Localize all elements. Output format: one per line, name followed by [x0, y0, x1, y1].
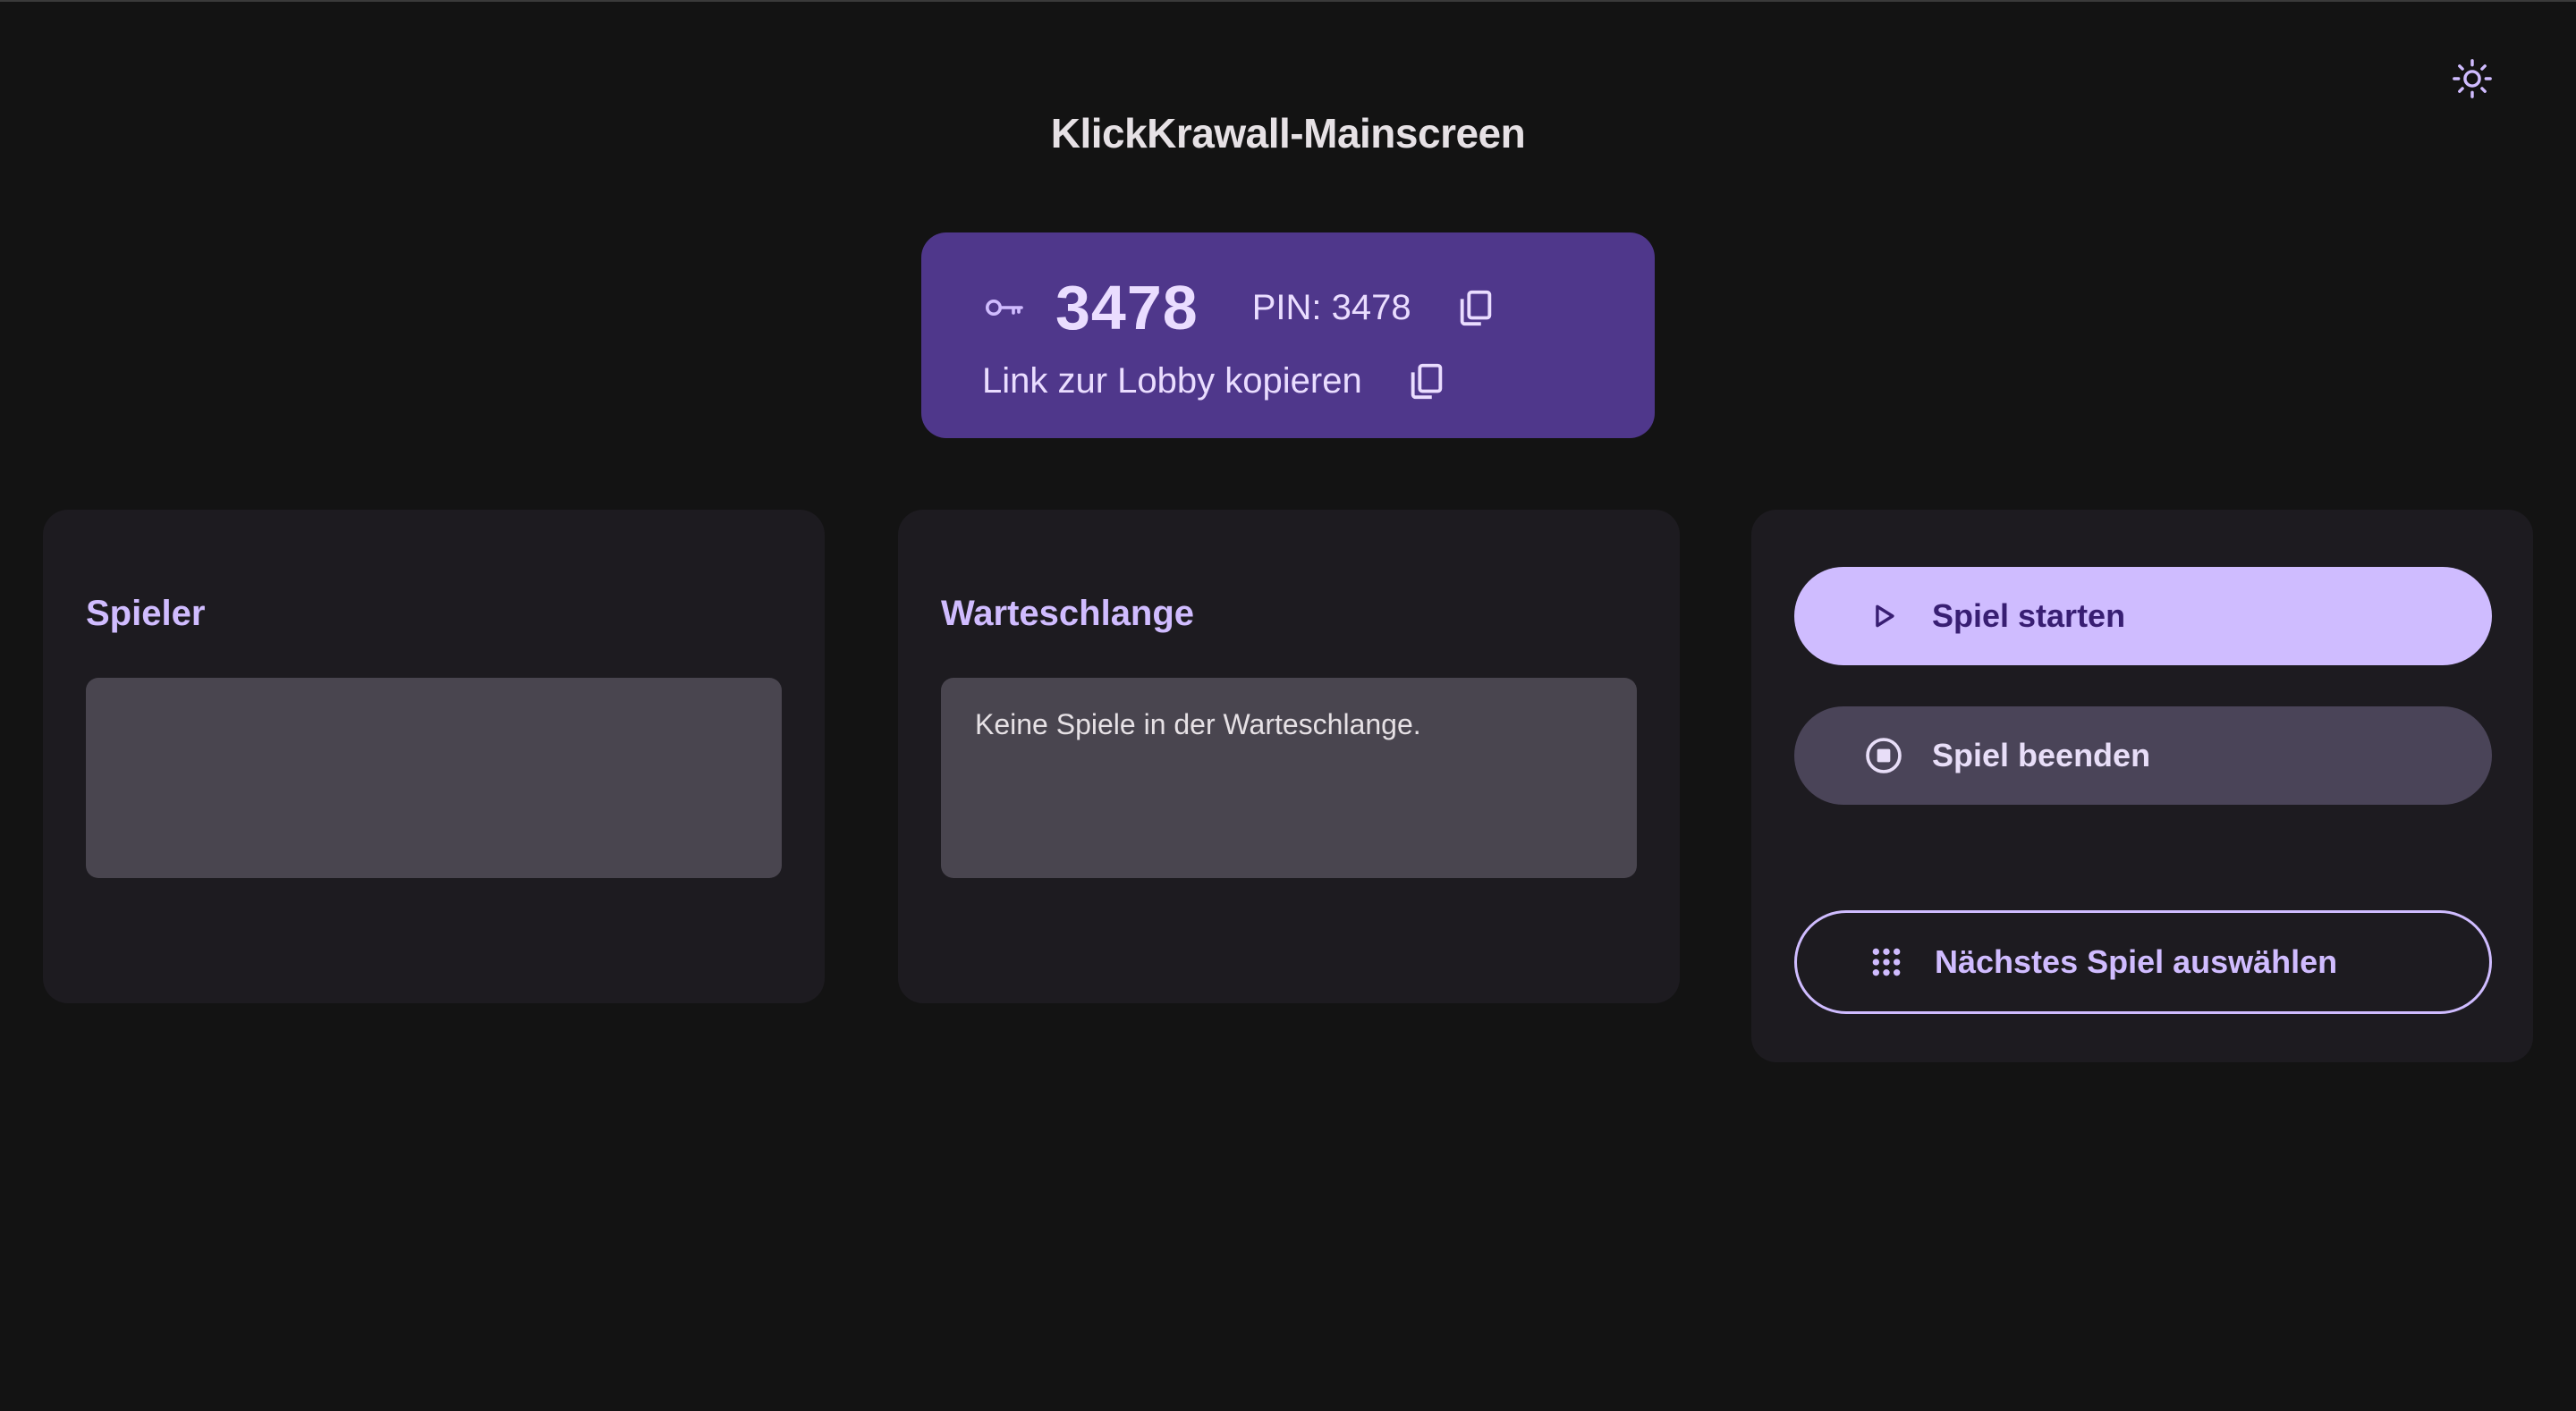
players-title: Spieler [86, 594, 206, 633]
select-next-game-button[interactable]: Nächstes Spiel auswählen [1794, 910, 2492, 1014]
lobby-pin-card: 3478 PIN: 3478 Link zur Lobby kopieren [921, 232, 1655, 438]
sun-icon [2453, 59, 2492, 98]
theme-toggle-button[interactable] [2449, 55, 2496, 102]
players-panel: Spieler [43, 510, 825, 1003]
end-game-button[interactable]: Spiel beenden [1794, 706, 2492, 805]
end-game-label: Spiel beenden [1932, 737, 2151, 773]
page-title: KlickKrawall-Mainscreen [1050, 110, 1526, 156]
lobby-pin-value: 3478 [1055, 273, 1199, 342]
main-screen: KlickKrawall-Mainscreen 3478 PIN: 3478 L… [0, 0, 2576, 1411]
grid-dots-icon [1867, 942, 1906, 982]
start-game-label: Spiel starten [1932, 597, 2126, 634]
copy-pin-button[interactable] [1451, 283, 1501, 333]
queue-empty-message: Keine Spiele in der Warteschlange. [975, 708, 1421, 740]
queue-list: Keine Spiele in der Warteschlange. [941, 678, 1637, 878]
lobby-link-row: Link zur Lobby kopieren [982, 345, 1452, 417]
start-game-button[interactable]: Spiel starten [1794, 567, 2492, 665]
key-icon [982, 286, 1025, 329]
copy-icon [1460, 290, 1491, 326]
players-list [86, 678, 782, 878]
copy-icon [1411, 363, 1442, 400]
stop-circle-icon [1864, 736, 1903, 775]
queue-title: Warteschlange [941, 594, 1195, 633]
lobby-pin-label: PIN: 3478 [1251, 287, 1411, 327]
controls-panel: Spiel starten Spiel beenden Nächstes Spi… [1751, 510, 2533, 1062]
pin-row: 3478 PIN: 3478 [982, 265, 1501, 351]
play-icon [1864, 596, 1903, 636]
lobby-link-label: Link zur Lobby kopieren [982, 360, 1362, 401]
copy-lobby-link-button[interactable] [1402, 356, 1452, 406]
select-next-game-label: Nächstes Spiel auswählen [1935, 943, 2338, 980]
queue-panel: Warteschlange Keine Spiele in der Wartes… [898, 510, 1680, 1003]
